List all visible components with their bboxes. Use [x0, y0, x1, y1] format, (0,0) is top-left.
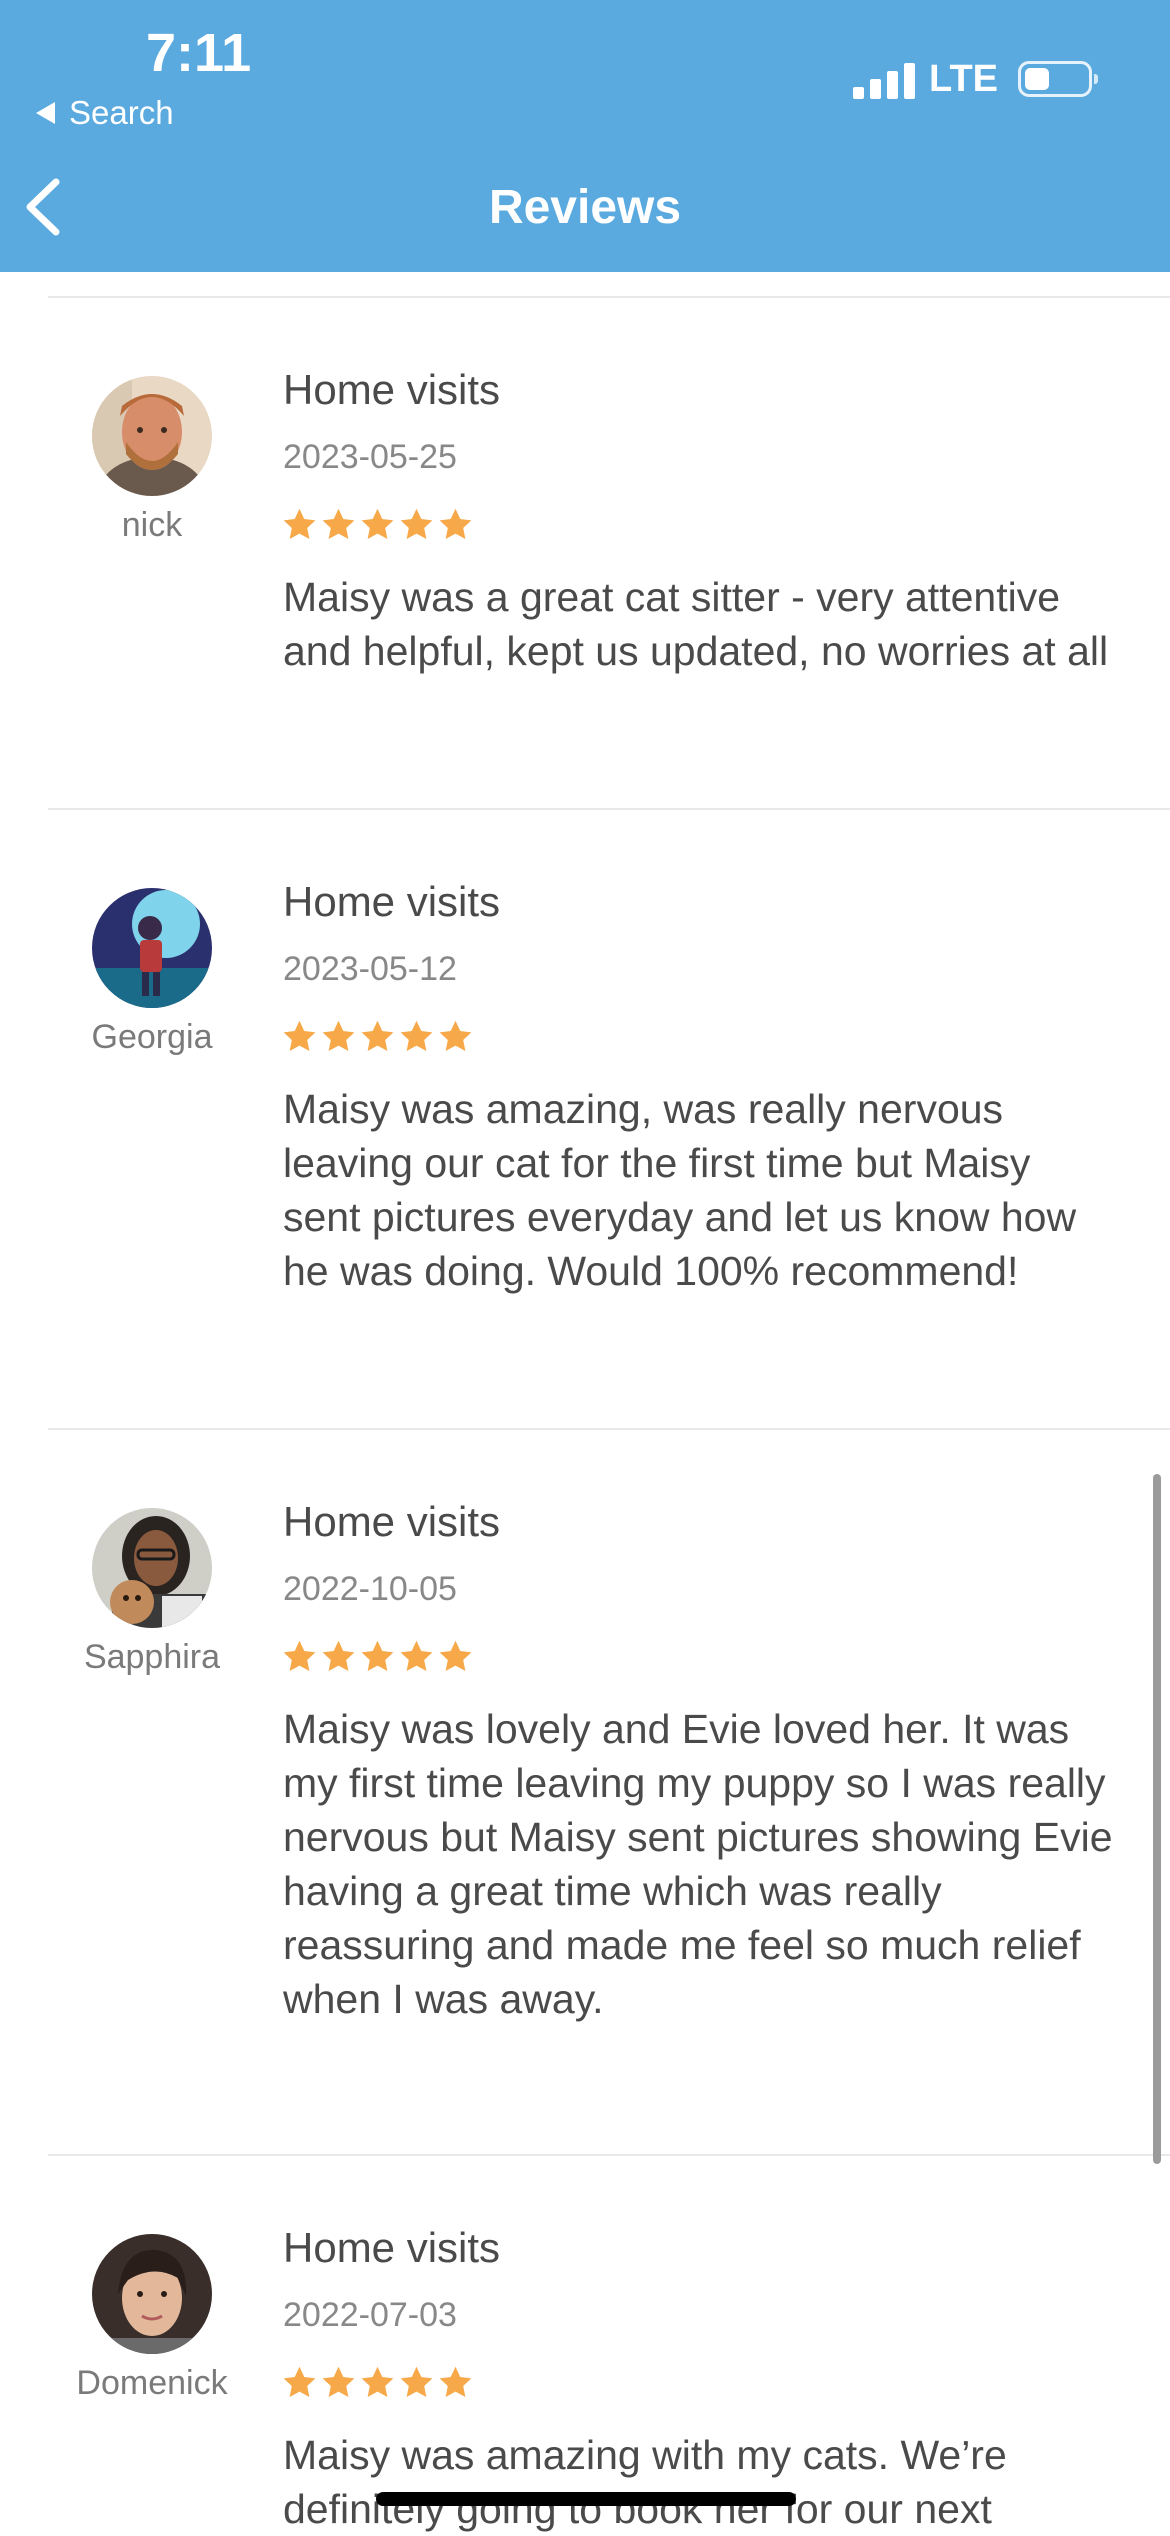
star-icon [439, 1020, 472, 1051]
star-icon [283, 1640, 316, 1671]
review-date: 2022-07-03 [283, 2296, 457, 2334]
star-icon [361, 1640, 394, 1671]
star-icon [322, 2366, 355, 2397]
service-type: Home visits [283, 878, 501, 925]
review-date: 2023-05-12 [283, 950, 457, 988]
star-rating [281, 1018, 476, 1058]
star-icon [439, 2366, 472, 2397]
header-bar: 7:11 Search LTE Reviews [0, 0, 1170, 272]
network-type: LTE [929, 57, 998, 100]
star-icon [283, 1020, 316, 1051]
back-triangle-icon [36, 102, 55, 124]
review-date: 2022-10-05 [283, 1570, 457, 1608]
list-divider [48, 1428, 1170, 1430]
service-type: Home visits [283, 1498, 501, 1545]
back-to-search-link[interactable]: Search [36, 90, 174, 136]
cellular-signal-icon [853, 59, 916, 99]
star-icon [283, 2366, 316, 2397]
avatar[interactable] [92, 1508, 212, 1628]
reviewer-name: nick [121, 506, 183, 544]
star-icon [400, 1640, 433, 1671]
star-icon [322, 1020, 355, 1051]
star-icon [361, 1020, 394, 1051]
back-app-label: Search [69, 94, 174, 131]
status-time: 7:11 [146, 23, 252, 83]
star-icon [439, 1640, 472, 1671]
star-icon [283, 508, 316, 539]
star-rating [281, 2364, 476, 2404]
list-divider [48, 808, 1170, 810]
home-indicator[interactable] [376, 2492, 796, 2506]
service-type: Home visits [283, 2224, 501, 2271]
avatar[interactable] [92, 376, 212, 496]
star-icon [400, 508, 433, 539]
list-divider [48, 2154, 1170, 2156]
star-rating [281, 506, 476, 546]
star-icon [400, 1020, 433, 1051]
reviewer-name: Georgia [91, 1018, 213, 1056]
star-icon [322, 1640, 355, 1671]
battery-icon [1018, 61, 1098, 97]
review-date: 2023-05-25 [283, 438, 457, 476]
list-divider [48, 296, 1170, 298]
reviewer-name: Domenick [76, 2364, 228, 2402]
star-rating [281, 1638, 476, 1678]
status-indicators: LTE [853, 54, 1098, 104]
page-title: Reviews [488, 181, 682, 234]
avatar[interactable] [92, 888, 212, 1008]
star-icon [361, 2366, 394, 2397]
reviewer-name: Sapphira [83, 1638, 221, 1676]
review-text: Maisy was amazing with my cats. We’re de… [283, 2432, 1007, 2532]
review-text: Maisy was a great cat sitter - very atte… [283, 574, 1109, 674]
star-icon [322, 508, 355, 539]
service-type: Home visits [283, 366, 501, 413]
star-icon [400, 2366, 433, 2397]
review-text: Maisy was amazing, was really nervous le… [283, 1086, 1077, 1294]
review-text: Maisy was lovely and Evie loved her. It … [283, 1706, 1113, 2022]
avatar[interactable] [92, 2234, 212, 2354]
star-icon [439, 508, 472, 539]
scrollbar[interactable] [1153, 1474, 1161, 2164]
star-icon [361, 508, 394, 539]
